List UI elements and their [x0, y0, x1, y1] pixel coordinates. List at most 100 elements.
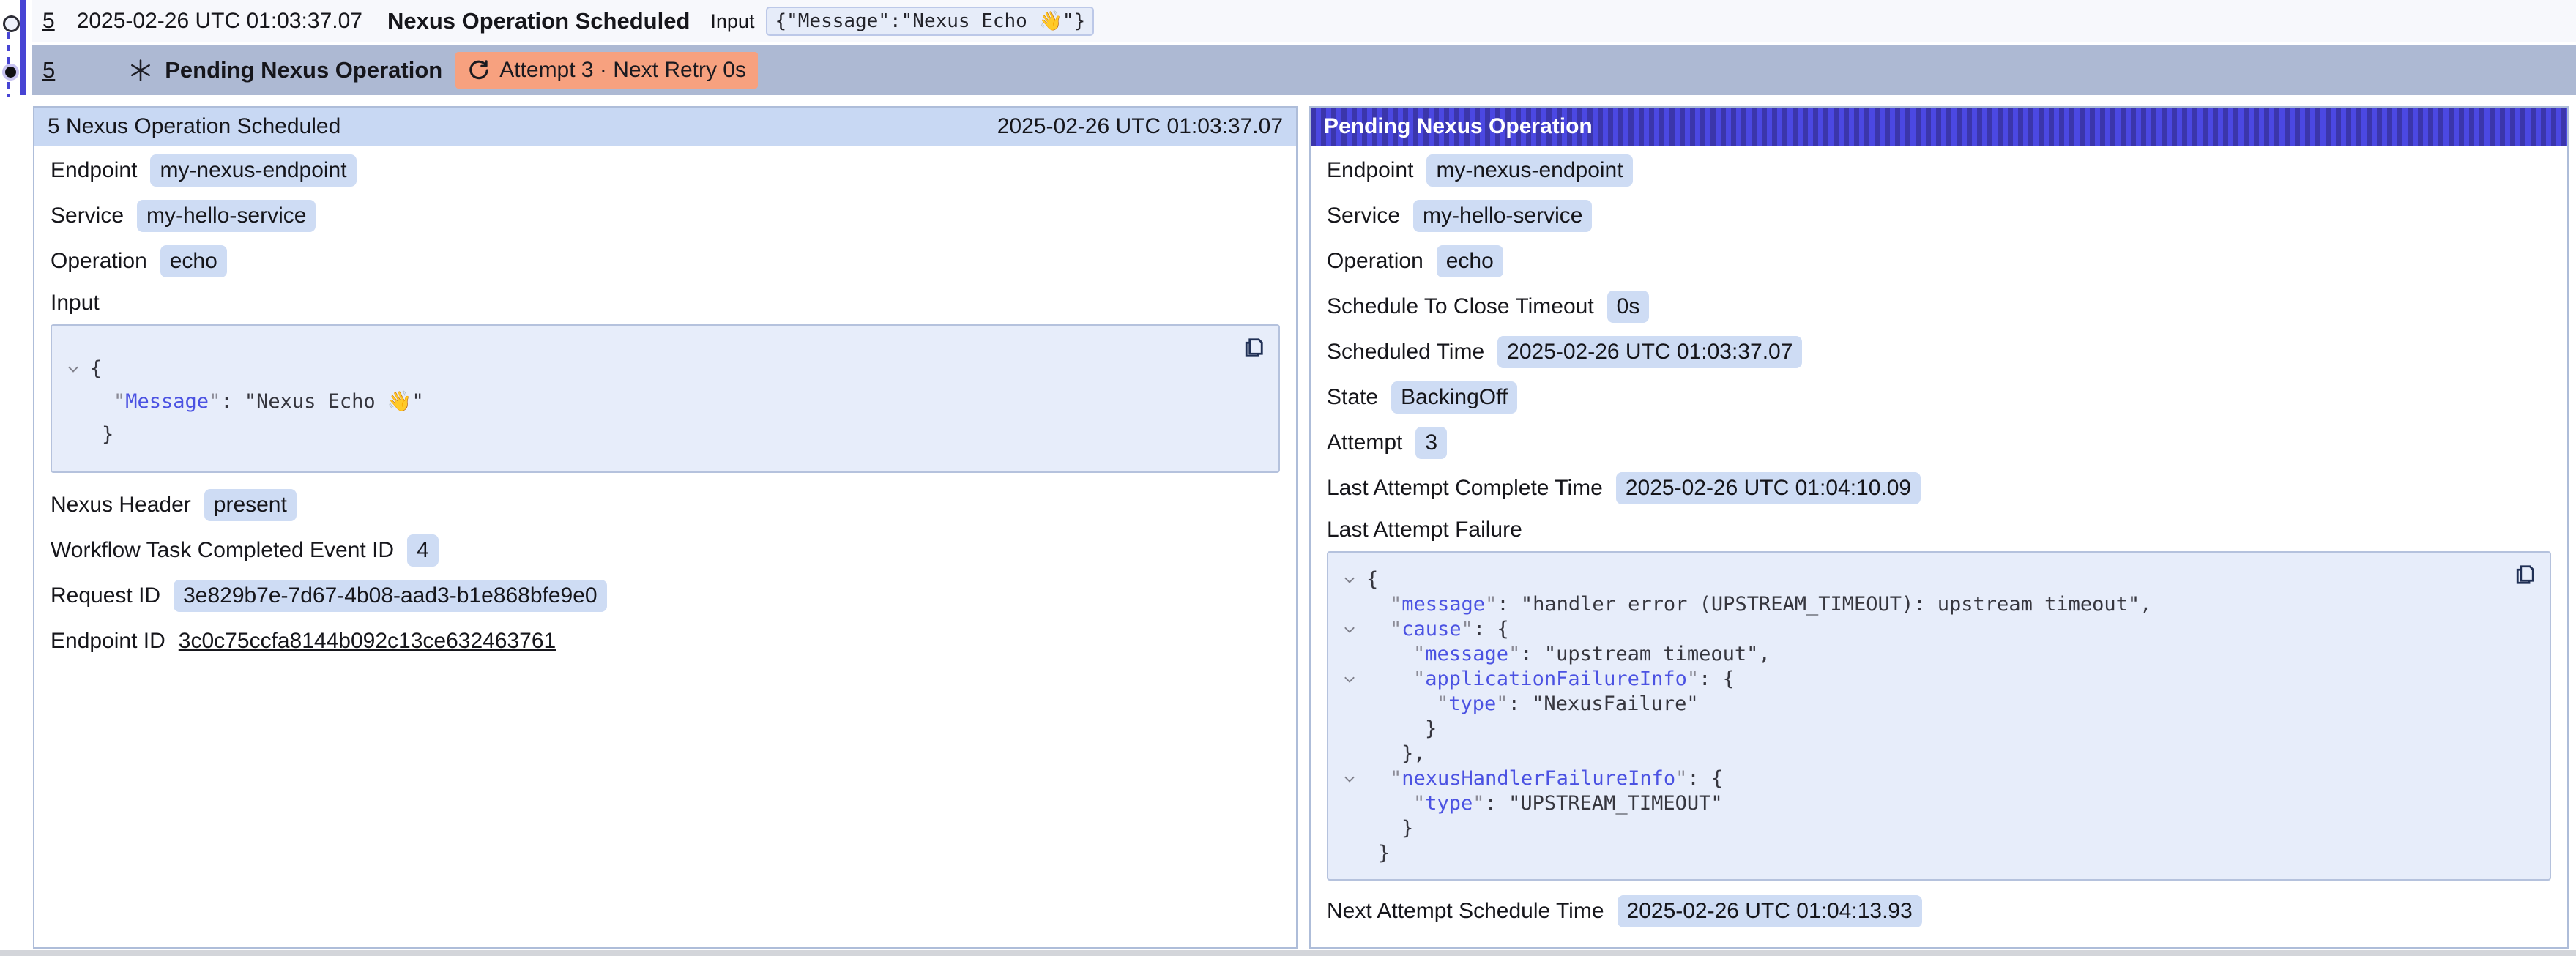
field-label: Endpoint ID: [51, 629, 165, 654]
input-json-lines: {"Message": "Nexus Echo 👋"}: [62, 352, 1227, 451]
field-row: Endpointmy-nexus-endpoint: [51, 154, 1280, 187]
field-row: Schedule To Close Timeout 0s: [1327, 291, 2551, 323]
field-label: Workflow Task Completed Event ID: [51, 538, 394, 563]
timeline-current-marker-icon: [2, 64, 19, 81]
timeline-active-bar: [20, 0, 26, 95]
field-value: 2025-02-26 UTC 01:04:13.93: [1618, 895, 1922, 927]
json-code: }: [1366, 717, 1437, 742]
pending-title: Pending Nexus Operation: [165, 57, 442, 83]
field-label: Operation: [51, 249, 147, 274]
json-line: }: [1339, 816, 2498, 841]
input-section-label: Input: [51, 291, 1280, 315]
event-panel-timestamp: 2025-02-26 UTC 01:03:37.07: [997, 114, 1283, 139]
json-line: {: [1339, 567, 2498, 592]
field-value: 2025-02-26 UTC 01:04:10.09: [1616, 472, 1921, 504]
json-line: "cause": {: [1339, 617, 2498, 642]
collapse-chevron-icon[interactable]: [1339, 621, 1366, 638]
field-row: Operation echo: [51, 245, 1280, 277]
field-value: 4: [407, 534, 439, 567]
event-panel-body: Endpointmy-nexus-endpoint Servicemy-hello…: [34, 146, 1296, 657]
bottom-edge: [0, 950, 2576, 956]
json-line: }: [1339, 841, 2498, 866]
field-row: Last Attempt Complete Time 2025-02-26 UTC…: [1327, 472, 2551, 504]
json-code: "Message": "Nexus Echo 👋": [90, 385, 424, 418]
field-label: Next Attempt Schedule Time: [1327, 899, 1604, 924]
event-fields-bottom: Nexus Headerpresent Workflow Task Complet…: [51, 489, 1280, 657]
field-value: echo: [160, 245, 227, 277]
attempt-badge-label: Attempt 3 · Next Retry 0s: [499, 58, 746, 83]
json-code: "applicationFailureInfo": {: [1366, 667, 1735, 692]
field-value: 3e829b7e-7d67-4b08-aad3-b1e868bfe9e0: [174, 580, 607, 612]
copy-failure-button[interactable]: [2512, 561, 2538, 590]
json-line: }: [62, 418, 1227, 451]
field-row: Nexus Headerpresent: [51, 489, 1280, 521]
field-label: Endpoint: [1327, 158, 1413, 183]
retry-icon: [467, 59, 491, 82]
field-row: Endpoint my-nexus-endpoint: [1327, 154, 2551, 187]
field-row: Endpoint ID 3c0c75ccfa8144b092c13ce632463…: [51, 625, 1280, 657]
field-row: Scheduled Time 2025-02-26 UTC 01:03:37.07: [1327, 336, 2551, 368]
json-code: "type": "NexusFailure": [1366, 692, 1699, 717]
json-line: {: [62, 352, 1227, 385]
json-code: "cause": {: [1366, 617, 1509, 642]
field-value: echo: [1437, 245, 1503, 277]
json-code: }: [90, 418, 113, 451]
pending-fields-bottom: Next Attempt Schedule Time 2025-02-26 UTC…: [1327, 895, 2551, 927]
json-line: "nexusHandlerFailureInfo": {: [1339, 766, 2498, 791]
json-code: {: [1366, 567, 1378, 592]
failure-json-block: {"message": "handler error (UPSTREAM_TIM…: [1327, 551, 2551, 881]
pending-asterisk-icon: [128, 58, 153, 83]
timeline-open-marker-icon: [3, 15, 20, 32]
json-code: }: [1366, 841, 1390, 866]
failure-json-lines: {"message": "handler error (UPSTREAM_TIM…: [1339, 567, 2498, 866]
json-code: "message": "handler error (UPSTREAM_TIME…: [1366, 592, 2151, 617]
field-label: Nexus Header: [51, 493, 191, 518]
field-label: Service: [1327, 203, 1400, 228]
field-row: Servicemy-hello-service: [1327, 200, 2551, 232]
field-label: Schedule To Close Timeout: [1327, 294, 1594, 319]
json-line: "type": "NexusFailure": [1339, 692, 2498, 717]
json-code: },: [1366, 742, 1426, 766]
field-row: Attempt 3: [1327, 427, 2551, 459]
field-row: Operation echo: [1327, 245, 2551, 277]
field-value[interactable]: 3c0c75ccfa8144b092c13ce632463761: [179, 629, 556, 654]
field-row: Request ID 3e829b7e-7d67-4b08-aad3-b1e868…: [51, 580, 1280, 612]
field-label: Scheduled Time: [1327, 340, 1484, 365]
json-code: {: [90, 352, 102, 385]
field-value: 2025-02-26 UTC 01:03:37.07: [1497, 336, 1802, 368]
collapse-chevron-icon[interactable]: [1339, 671, 1366, 687]
copy-input-button[interactable]: [1240, 335, 1267, 363]
event-fields-top: Endpointmy-nexus-endpoint Servicemy-hello…: [51, 154, 1280, 277]
field-label: State: [1327, 385, 1378, 410]
field-value: my-nexus-endpoint: [1426, 154, 1632, 187]
json-line: }: [1339, 717, 2498, 742]
pending-id-link[interactable]: 5: [42, 57, 55, 83]
field-value: 0s: [1607, 291, 1650, 323]
event-row-scheduled[interactable]: 5 2025-02-26 UTC 01:03:37.07 Nexus Opera…: [32, 0, 2576, 42]
attempt-retry-badge: Attempt 3 · Next Retry 0s: [455, 52, 758, 89]
json-line: "message": "handler error (UPSTREAM_TIME…: [1339, 592, 2498, 617]
collapse-chevron-icon[interactable]: [1339, 572, 1366, 588]
collapse-chevron-icon[interactable]: [62, 361, 90, 377]
json-code: "message": "upstream timeout",: [1366, 642, 1771, 667]
json-line: "type": "UPSTREAM_TIMEOUT": [1339, 791, 2498, 816]
event-id-link[interactable]: 5: [42, 9, 55, 34]
pending-operation-row[interactable]: 5 Pending Nexus Operation Attempt 3 · Ne…: [32, 45, 2576, 95]
pending-panel-body: Endpoint my-nexus-endpoint Servicemy-hello…: [1311, 146, 2567, 927]
field-label: Last Attempt Complete Time: [1327, 476, 1603, 501]
field-value: 3: [1415, 427, 1447, 459]
json-code: "nexusHandlerFailureInfo": {: [1366, 766, 1723, 791]
event-title: Nexus Operation Scheduled: [387, 8, 690, 34]
field-label: Request ID: [51, 583, 160, 608]
field-label: Attempt: [1327, 430, 1402, 455]
pending-operation-panel: Pending Nexus Operation Endpointmy-nexus…: [1309, 106, 2569, 949]
field-row: Servicemy-hello-service: [51, 200, 1280, 232]
field-label: Operation: [1327, 249, 1423, 274]
field-row: Workflow Task Completed Event ID 4: [51, 534, 1280, 567]
json-line: "Message": "Nexus Echo 👋": [62, 385, 1227, 418]
pending-fields-top: Endpoint my-nexus-endpoint Servicemy-hello…: [1327, 154, 2551, 504]
json-code: "type": "UPSTREAM_TIMEOUT": [1366, 791, 1723, 816]
event-detail-panel: 5 Nexus Operation Scheduled 2025-02-26 U…: [33, 106, 1298, 949]
collapse-chevron-icon[interactable]: [1339, 771, 1366, 787]
json-line: "message": "upstream timeout",: [1339, 642, 2498, 667]
